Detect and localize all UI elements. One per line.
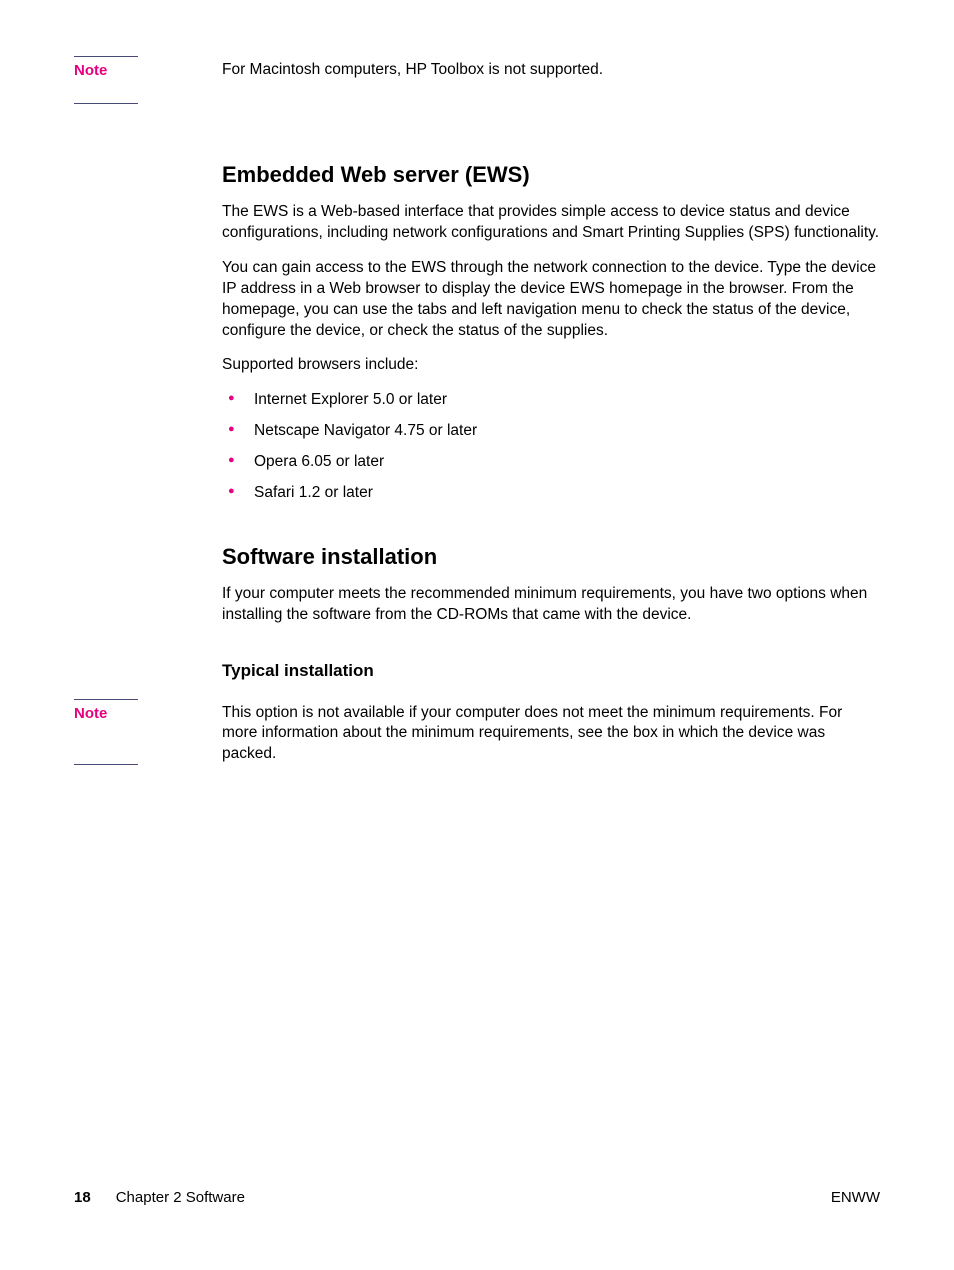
note-label-1: Note (74, 56, 138, 104)
ews-p1: The EWS is a Web-based interface that pr… (222, 202, 880, 244)
heading-typical: Typical installation (222, 660, 880, 683)
list-item: Opera 6.05 or later (224, 452, 880, 473)
ews-p2: You can gain access to the EWS through t… (222, 258, 880, 342)
note-block-1: Note For Macintosh computers, HP Toolbox… (74, 56, 880, 104)
list-item: Netscape Navigator 4.75 or later (224, 421, 880, 442)
install-p1: If your computer meets the recommended m… (222, 584, 880, 626)
section-ews: Embedded Web server (EWS) The EWS is a W… (74, 118, 880, 692)
page-footer: 18 Chapter 2 Software ENWW (74, 1188, 880, 1208)
page-number: 18 (74, 1189, 91, 1206)
ews-bullet-list: Internet Explorer 5.0 or later Netscape … (222, 390, 880, 504)
heading-ews: Embedded Web server (EWS) (222, 160, 880, 190)
note-block-2: Note This option is not available if you… (74, 699, 880, 780)
heading-install: Software installation (222, 542, 880, 572)
list-item: Safari 1.2 or later (224, 483, 880, 504)
chapter-label: Chapter 2 Software (116, 1189, 245, 1206)
ews-p3: Supported browsers include: (222, 355, 880, 376)
note-text-1: For Macintosh computers, HP Toolbox is n… (222, 60, 880, 81)
list-item: Internet Explorer 5.0 or later (224, 390, 880, 411)
footer-right: ENWW (831, 1188, 880, 1208)
note-text-2: This option is not available if your com… (222, 703, 880, 766)
note-label-2: Note (74, 699, 138, 765)
